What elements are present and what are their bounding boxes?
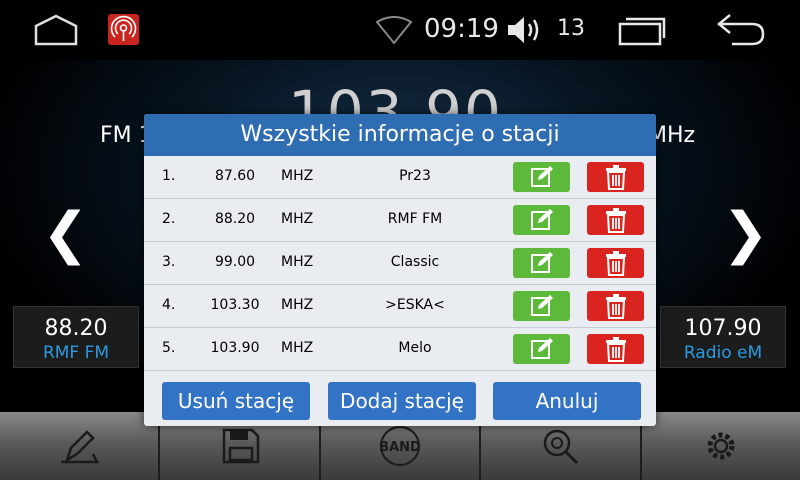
delete-station-button[interactable] (587, 291, 644, 321)
settings-button[interactable] (641, 412, 800, 480)
station-frequency: 103.90 (210, 340, 260, 356)
home-icon[interactable] (34, 14, 78, 46)
station-unit: MHZ (281, 211, 314, 227)
delete-station-button[interactable] (587, 205, 644, 235)
trash-icon (605, 337, 626, 362)
edit-station-button[interactable] (513, 291, 570, 321)
station-name: RMF FM (387, 211, 443, 227)
station-frequency: 88.20 (214, 211, 256, 227)
volume-level: 13 (557, 16, 585, 41)
station-name: Melo (398, 340, 432, 356)
preset-name: RMF FM (42, 343, 110, 363)
band-icon: BAND (379, 426, 421, 466)
edit-icon (530, 166, 553, 187)
edit-icon (530, 252, 553, 273)
dialog-title: Wszystkie informacje o stacji (144, 114, 656, 156)
station-number: 4. (162, 297, 176, 313)
status-bar: 09:19 13 (0, 0, 800, 60)
next-station-arrow[interactable]: ❯ (722, 206, 769, 262)
station-frequency: 87.60 (214, 168, 256, 184)
volume-icon[interactable] (506, 14, 544, 46)
station-row: 4. 103.30 MHZ >ESKA< (144, 285, 656, 328)
station-number: 1. (162, 168, 176, 184)
delete-station-button[interactable] (587, 162, 644, 192)
station-name: Classic (390, 254, 440, 270)
band-text: BAND (379, 440, 421, 455)
trash-icon (605, 294, 626, 319)
station-frequency: 103.30 (210, 297, 260, 313)
previous-station-arrow[interactable]: ❮ (42, 206, 89, 262)
station-row: 2. 88.20 MHZ RMF FM (144, 199, 656, 242)
preset-frequency: 107.90 (684, 316, 762, 341)
edit-station-button[interactable] (513, 205, 570, 235)
trash-icon (605, 165, 626, 190)
station-number: 5. (162, 340, 176, 356)
preset-name: Radio eM (683, 343, 763, 363)
settings-icon (707, 432, 735, 460)
add-station-button[interactable]: Dodaj stację (328, 382, 476, 420)
edit-station-button[interactable] (513, 162, 570, 192)
edit-station-button[interactable] (513, 334, 570, 364)
station-number: 2. (162, 211, 176, 227)
station-list: 1. 87.60 MHZ Pr23 2. 88.20 MHZ RMF FM 3. (144, 156, 656, 371)
station-unit: MHZ (281, 297, 314, 313)
station-unit: MHZ (281, 168, 314, 184)
station-row: 3. 99.00 MHZ Classic (144, 242, 656, 285)
trash-icon (605, 208, 626, 233)
station-row: 1. 87.60 MHZ Pr23 (144, 156, 656, 199)
station-number: 3. (162, 254, 176, 270)
radio-app-icon[interactable] (108, 14, 139, 45)
back-icon[interactable] (716, 12, 766, 46)
wifi-icon (376, 16, 412, 44)
station-info-dialog: Wszystkie informacje o stacji 1. 87.60 M… (144, 114, 656, 426)
trash-icon (605, 251, 626, 276)
save-icon (222, 428, 259, 464)
preset-frequency: 88.20 (44, 316, 108, 341)
station-unit: MHZ (281, 254, 314, 270)
delete-station-button[interactable] (587, 248, 644, 278)
draw-icon (61, 430, 100, 464)
station-frequency: 99.00 (214, 254, 256, 270)
remove-station-button[interactable]: Usuń stację (162, 382, 310, 420)
draw-button[interactable] (0, 412, 161, 480)
search-icon (544, 429, 579, 465)
delete-station-button[interactable] (587, 334, 644, 364)
edit-icon (530, 338, 553, 359)
edit-icon (530, 295, 553, 316)
preset-left[interactable]: 88.20 RMF FM (13, 306, 139, 368)
recent-apps-icon[interactable] (618, 14, 666, 46)
clock: 09:19 (424, 14, 499, 44)
edit-icon (530, 209, 553, 230)
station-name: >ESKA< (385, 297, 445, 313)
preset-right[interactable]: 107.90 Radio eM (660, 306, 786, 368)
cancel-button[interactable]: Anuluj (493, 382, 641, 420)
station-name: Pr23 (399, 168, 431, 184)
dialog-actions: Usuń stację Dodaj stację Anuluj (144, 380, 656, 424)
edit-station-button[interactable] (513, 248, 570, 278)
station-row: 5. 103.90 MHZ Melo (144, 328, 656, 371)
station-unit: MHZ (281, 340, 314, 356)
